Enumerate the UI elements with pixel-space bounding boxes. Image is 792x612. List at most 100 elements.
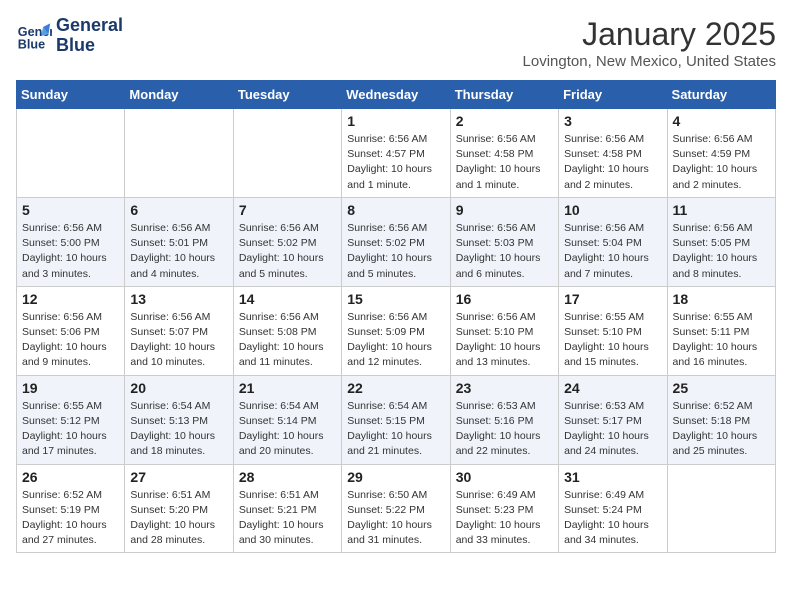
calendar-cell [233, 109, 341, 198]
calendar-cell: 9 Sunrise: 6:56 AM Sunset: 5:03 PM Daylig… [450, 197, 558, 286]
day-number: 23 [456, 380, 553, 396]
calendar-cell: 30Sunrise: 6:49 AM Sunset: 5:23 PM Dayli… [450, 464, 558, 553]
day-info: Sunrise: 6:54 AM Sunset: 5:13 PM Dayligh… [130, 399, 227, 460]
day-number: 29 [347, 469, 444, 485]
day-info: Sunrise: 6:56 AM Sunset: 5:07 PM Dayligh… [130, 310, 227, 371]
weekday-header: Monday [125, 81, 233, 109]
day-number: 26 [22, 469, 119, 485]
day-number: 1 [347, 113, 444, 129]
calendar-week-row: 12 Sunrise: 6:56 AM Sunset: 5:06 PM Dayli… [17, 286, 776, 375]
calendar-cell: 21Sunrise: 6:54 AM Sunset: 5:14 PM Dayli… [233, 375, 341, 464]
day-info: Sunrise: 6:53 AM Sunset: 5:16 PM Dayligh… [456, 399, 553, 460]
calendar-cell: 23 Sunrise: 6:53 AM Sunset: 5:16 PM Dayli… [450, 375, 558, 464]
day-number: 16 [456, 291, 553, 307]
day-number: 25 [673, 380, 770, 396]
day-number: 28 [239, 469, 336, 485]
day-info: Sunrise: 6:56 AM Sunset: 5:05 PM Dayligh… [673, 221, 770, 282]
calendar-cell: 26 Sunrise: 6:52 AM Sunset: 5:19 PM Dayli… [17, 464, 125, 553]
calendar-week-row: 1Sunrise: 6:56 AM Sunset: 4:57 PM Daylig… [17, 109, 776, 198]
calendar-week-row: 26 Sunrise: 6:52 AM Sunset: 5:19 PM Dayli… [17, 464, 776, 553]
calendar-cell: 15Sunrise: 6:56 AM Sunset: 5:09 PM Dayli… [342, 286, 450, 375]
day-info: Sunrise: 6:56 AM Sunset: 5:10 PM Dayligh… [456, 310, 553, 371]
calendar-cell: 31 Sunrise: 6:49 AM Sunset: 5:24 PM Dayli… [559, 464, 667, 553]
calendar-cell: 27Sunrise: 6:51 AM Sunset: 5:20 PM Dayli… [125, 464, 233, 553]
calendar-cell: 10Sunrise: 6:56 AM Sunset: 5:04 PM Dayli… [559, 197, 667, 286]
calendar-cell: 25 Sunrise: 6:52 AM Sunset: 5:18 PM Dayli… [667, 375, 775, 464]
day-info: Sunrise: 6:56 AM Sunset: 4:58 PM Dayligh… [564, 132, 661, 193]
day-info: Sunrise: 6:50 AM Sunset: 5:22 PM Dayligh… [347, 488, 444, 549]
weekday-header: Wednesday [342, 81, 450, 109]
logo-text: General Blue [56, 16, 123, 56]
calendar-cell: 17 Sunrise: 6:55 AM Sunset: 5:10 PM Dayli… [559, 286, 667, 375]
calendar-week-row: 5 Sunrise: 6:56 AM Sunset: 5:00 PM Daylig… [17, 197, 776, 286]
location: Lovington, New Mexico, United States [523, 53, 776, 70]
day-info: Sunrise: 6:56 AM Sunset: 5:02 PM Dayligh… [347, 221, 444, 282]
calendar-cell: 2 Sunrise: 6:56 AM Sunset: 4:58 PM Daylig… [450, 109, 558, 198]
month-title: January 2025 [523, 16, 776, 53]
day-info: Sunrise: 6:55 AM Sunset: 5:12 PM Dayligh… [22, 399, 119, 460]
logo: General Blue General Blue [16, 16, 123, 56]
day-info: Sunrise: 6:51 AM Sunset: 5:21 PM Dayligh… [239, 488, 336, 549]
calendar-cell [125, 109, 233, 198]
day-number: 9 [456, 202, 553, 218]
calendar-cell: 7Sunrise: 6:56 AM Sunset: 5:02 PM Daylig… [233, 197, 341, 286]
day-info: Sunrise: 6:56 AM Sunset: 4:58 PM Dayligh… [456, 132, 553, 193]
calendar-cell: 29 Sunrise: 6:50 AM Sunset: 5:22 PM Dayli… [342, 464, 450, 553]
day-number: 30 [456, 469, 553, 485]
weekday-header: Sunday [17, 81, 125, 109]
day-number: 19 [22, 380, 119, 396]
weekday-header-row: SundayMondayTuesdayWednesdayThursdayFrid… [17, 81, 776, 109]
calendar-cell: 20 Sunrise: 6:54 AM Sunset: 5:13 PM Dayli… [125, 375, 233, 464]
calendar-cell [17, 109, 125, 198]
day-info: Sunrise: 6:56 AM Sunset: 5:02 PM Dayligh… [239, 221, 336, 282]
day-number: 20 [130, 380, 227, 396]
day-info: Sunrise: 6:54 AM Sunset: 5:15 PM Dayligh… [347, 399, 444, 460]
day-info: Sunrise: 6:56 AM Sunset: 5:08 PM Dayligh… [239, 310, 336, 371]
day-number: 14 [239, 291, 336, 307]
day-number: 22 [347, 380, 444, 396]
day-info: Sunrise: 6:56 AM Sunset: 5:03 PM Dayligh… [456, 221, 553, 282]
calendar-cell: 4Sunrise: 6:56 AM Sunset: 4:59 PM Daylig… [667, 109, 775, 198]
day-number: 5 [22, 202, 119, 218]
weekday-header: Friday [559, 81, 667, 109]
day-number: 8 [347, 202, 444, 218]
calendar-cell: 18 Sunrise: 6:55 AM Sunset: 5:11 PM Dayli… [667, 286, 775, 375]
day-number: 2 [456, 113, 553, 129]
day-info: Sunrise: 6:53 AM Sunset: 5:17 PM Dayligh… [564, 399, 661, 460]
calendar-week-row: 19 Sunrise: 6:55 AM Sunset: 5:12 PM Dayli… [17, 375, 776, 464]
calendar-cell: 12 Sunrise: 6:56 AM Sunset: 5:06 PM Dayli… [17, 286, 125, 375]
day-number: 11 [673, 202, 770, 218]
calendar-cell: 8 Sunrise: 6:56 AM Sunset: 5:02 PM Daylig… [342, 197, 450, 286]
day-number: 31 [564, 469, 661, 485]
day-number: 6 [130, 202, 227, 218]
day-info: Sunrise: 6:52 AM Sunset: 5:18 PM Dayligh… [673, 399, 770, 460]
day-number: 12 [22, 291, 119, 307]
calendar-cell: 28 Sunrise: 6:51 AM Sunset: 5:21 PM Dayli… [233, 464, 341, 553]
day-number: 3 [564, 113, 661, 129]
calendar-cell: 13Sunrise: 6:56 AM Sunset: 5:07 PM Dayli… [125, 286, 233, 375]
weekday-header: Tuesday [233, 81, 341, 109]
logo-icon: General Blue [16, 18, 52, 54]
day-number: 17 [564, 291, 661, 307]
day-info: Sunrise: 6:54 AM Sunset: 5:14 PM Dayligh… [239, 399, 336, 460]
calendar-cell: 14 Sunrise: 6:56 AM Sunset: 5:08 PM Dayli… [233, 286, 341, 375]
day-info: Sunrise: 6:56 AM Sunset: 5:09 PM Dayligh… [347, 310, 444, 371]
day-info: Sunrise: 6:56 AM Sunset: 5:04 PM Dayligh… [564, 221, 661, 282]
calendar-cell: 5 Sunrise: 6:56 AM Sunset: 5:00 PM Daylig… [17, 197, 125, 286]
day-number: 18 [673, 291, 770, 307]
day-info: Sunrise: 6:52 AM Sunset: 5:19 PM Dayligh… [22, 488, 119, 549]
day-info: Sunrise: 6:55 AM Sunset: 5:11 PM Dayligh… [673, 310, 770, 371]
day-number: 4 [673, 113, 770, 129]
day-info: Sunrise: 6:55 AM Sunset: 5:10 PM Dayligh… [564, 310, 661, 371]
day-info: Sunrise: 6:56 AM Sunset: 5:06 PM Dayligh… [22, 310, 119, 371]
weekday-header: Thursday [450, 81, 558, 109]
calendar-cell: 11 Sunrise: 6:56 AM Sunset: 5:05 PM Dayli… [667, 197, 775, 286]
day-info: Sunrise: 6:49 AM Sunset: 5:24 PM Dayligh… [564, 488, 661, 549]
calendar-cell: 6 Sunrise: 6:56 AM Sunset: 5:01 PM Daylig… [125, 197, 233, 286]
svg-text:Blue: Blue [18, 37, 45, 51]
calendar-cell [667, 464, 775, 553]
calendar-cell: 1Sunrise: 6:56 AM Sunset: 4:57 PM Daylig… [342, 109, 450, 198]
day-info: Sunrise: 6:56 AM Sunset: 5:00 PM Dayligh… [22, 221, 119, 282]
calendar-cell: 22 Sunrise: 6:54 AM Sunset: 5:15 PM Dayli… [342, 375, 450, 464]
day-info: Sunrise: 6:56 AM Sunset: 5:01 PM Dayligh… [130, 221, 227, 282]
